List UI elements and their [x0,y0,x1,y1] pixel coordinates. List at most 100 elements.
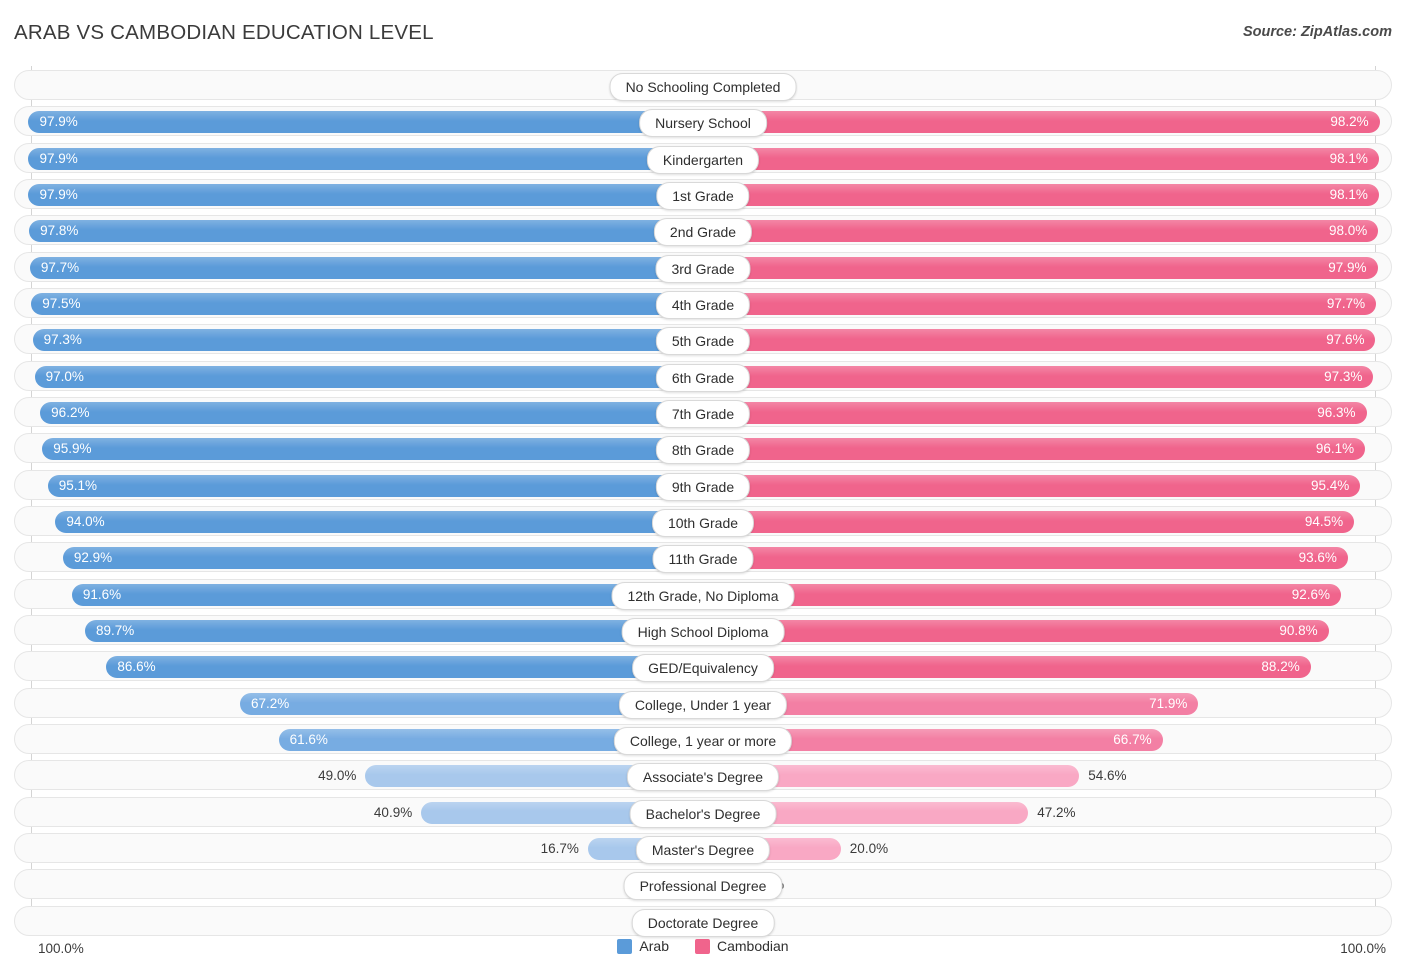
value-label-arab: 95.9% [53,441,92,457]
value-label-arab: 61.6% [289,731,328,747]
category-label[interactable]: 3rd Grade [655,254,751,283]
axis-max-right: 100.0% [1340,941,1386,956]
bar-cambodian[interactable] [703,365,1374,388]
value-label-arab: 49.0% [318,768,357,784]
chart-row-inner: 67.2% 71.9% College, Under 1 year [15,689,1391,719]
bar-cambodian[interactable] [703,547,1348,570]
category-label[interactable]: 4th Grade [655,290,751,319]
bar-cambodian[interactable] [703,619,1329,642]
legend-swatch-icon [694,938,710,954]
chart-row: 97.3% 97.6% 5th Grade [14,324,1392,356]
bar-arab[interactable] [31,292,703,315]
chart-row-inner: 2.1%1.9%No Schooling Completed [15,71,1391,101]
value-label-arab: 91.6% [82,586,122,602]
chart-row: 97.0% 97.3% 6th Grade [14,360,1392,392]
bar-arab[interactable] [55,510,703,533]
bar-cambodian[interactable] [703,583,1341,606]
bar-cambodian[interactable] [703,147,1379,170]
value-label-cambodian: 96.3% [1317,404,1356,420]
legend-item-arab[interactable]: Arab [617,938,669,954]
bar-cambodian[interactable] [703,111,1380,134]
bar-arab[interactable] [62,547,704,570]
bar-arab[interactable] [84,619,704,642]
chart-row: 2.1%2.6%Doctorate Degree [14,905,1392,937]
category-label[interactable]: Kindergarten [646,145,760,174]
bar-cambodian[interactable] [703,256,1378,279]
category-label[interactable]: Doctorate Degree [631,908,775,937]
category-label[interactable]: 10th Grade [651,508,755,537]
category-label[interactable]: No Schooling Completed [609,73,797,101]
bar-arab[interactable] [34,365,704,388]
category-label[interactable]: Master's Degree [635,835,771,864]
bar-arab[interactable] [28,147,703,170]
category-label[interactable]: College, Under 1 year [618,690,788,719]
value-label-arab: 97.9% [39,114,78,130]
chart-row: 97.9% 98.2% Nursery School [14,106,1392,138]
bar-cambodian[interactable] [703,292,1377,315]
value-label-cambodian: 95.4% [1311,477,1350,493]
bar-arab[interactable] [29,220,703,243]
bar-cambodian[interactable] [703,220,1379,243]
bar-cambodian[interactable] [703,438,1366,461]
value-label-cambodian: 94.5% [1304,513,1344,529]
category-label[interactable]: Bachelor's Degree [629,799,777,828]
chart-row: 2.1%1.9%No Schooling Completed [14,70,1392,101]
category-label[interactable]: 11th Grade [652,545,754,574]
bar-cambodian[interactable] [703,183,1379,206]
chart-legend: Arab Cambodian [0,938,1406,954]
chart-row: 61.6% 66.7% College, 1 year or more [14,723,1392,755]
legend-label: Cambodian [716,938,789,954]
chart-row: 91.6% 92.6% 12th Grade, No Diploma [14,578,1392,610]
chart-row-inner: 91.6% 92.6% 12th Grade, No Diploma [15,580,1391,610]
bar-arab[interactable] [47,474,704,497]
chart-row-inner: 96.2% 96.3% 7th Grade [15,398,1391,428]
chart-row-inner: 95.1% 95.4% 9th Grade [15,471,1391,501]
legend-item-cambodian[interactable]: Cambodian [694,938,789,954]
value-label-arab: 89.7% [95,622,135,638]
bar-arab[interactable] [28,183,703,206]
value-label-arab: 97.0% [45,368,84,384]
chart-row: 40.9% 47.2% Bachelor's Degree [14,796,1392,828]
chart-row-inner: 92.9% 93.6% 11th Grade [15,543,1391,574]
source-label: Source: ZipAtlas.com [1242,24,1392,40]
value-label-arab: 67.2% [250,695,290,711]
category-label[interactable]: 5th Grade [655,327,751,356]
category-label[interactable]: High School Diploma [621,617,785,646]
category-label[interactable]: 1st Grade [656,181,750,210]
category-label[interactable]: Professional Degree [623,872,783,901]
chart-row: 67.2% 71.9% College, Under 1 year [14,687,1392,719]
chart-row-inner: 97.9% 98.1% 1st Grade [15,180,1391,210]
value-label-cambodian: 96.1% [1315,441,1355,457]
bar-cambodian[interactable] [703,329,1376,352]
chart-row: 97.5% 97.7% 4th Grade [14,287,1392,319]
category-label[interactable]: 2nd Grade [653,218,753,247]
category-label[interactable]: College, 1 year or more [613,726,793,755]
value-label-arab: 86.6% [117,659,156,675]
category-label[interactable]: GED/Equivalency [632,654,774,683]
bar-arab[interactable] [106,656,703,679]
bar-cambodian[interactable] [703,656,1311,679]
category-label[interactable]: 12th Grade, No Diploma [611,581,795,610]
bar-cambodian[interactable] [703,510,1355,533]
bar-arab[interactable] [32,329,704,352]
bar-arab[interactable] [40,401,703,424]
value-label-cambodian: 66.7% [1113,731,1152,747]
category-label[interactable]: Nursery School [639,109,767,138]
bar-arab[interactable] [28,111,703,134]
value-label-cambodian: 92.6% [1291,586,1331,602]
bar-cambodian[interactable] [703,474,1361,497]
bar-arab[interactable] [71,583,704,606]
category-label[interactable]: 9th Grade [655,472,751,501]
category-label[interactable]: 8th Grade [655,436,751,465]
category-label[interactable]: 6th Grade [655,363,751,392]
bar-arab[interactable] [42,438,703,461]
chart-row: 94.0% 94.5% 10th Grade [14,505,1392,537]
chart-row: 92.9% 93.6% 11th Grade [14,542,1392,574]
value-label-cambodian: 47.2% [1037,804,1076,820]
value-label-cambodian: 98.0% [1328,223,1368,239]
category-label[interactable]: Associate's Degree [626,763,780,792]
bar-cambodian[interactable] [703,401,1367,424]
category-label[interactable]: 7th Grade [655,399,751,428]
bar-arab[interactable] [29,256,704,279]
chart-plot-area: 2.1%1.9%No Schooling Completed 97.9% 98.2%… [14,66,1392,938]
